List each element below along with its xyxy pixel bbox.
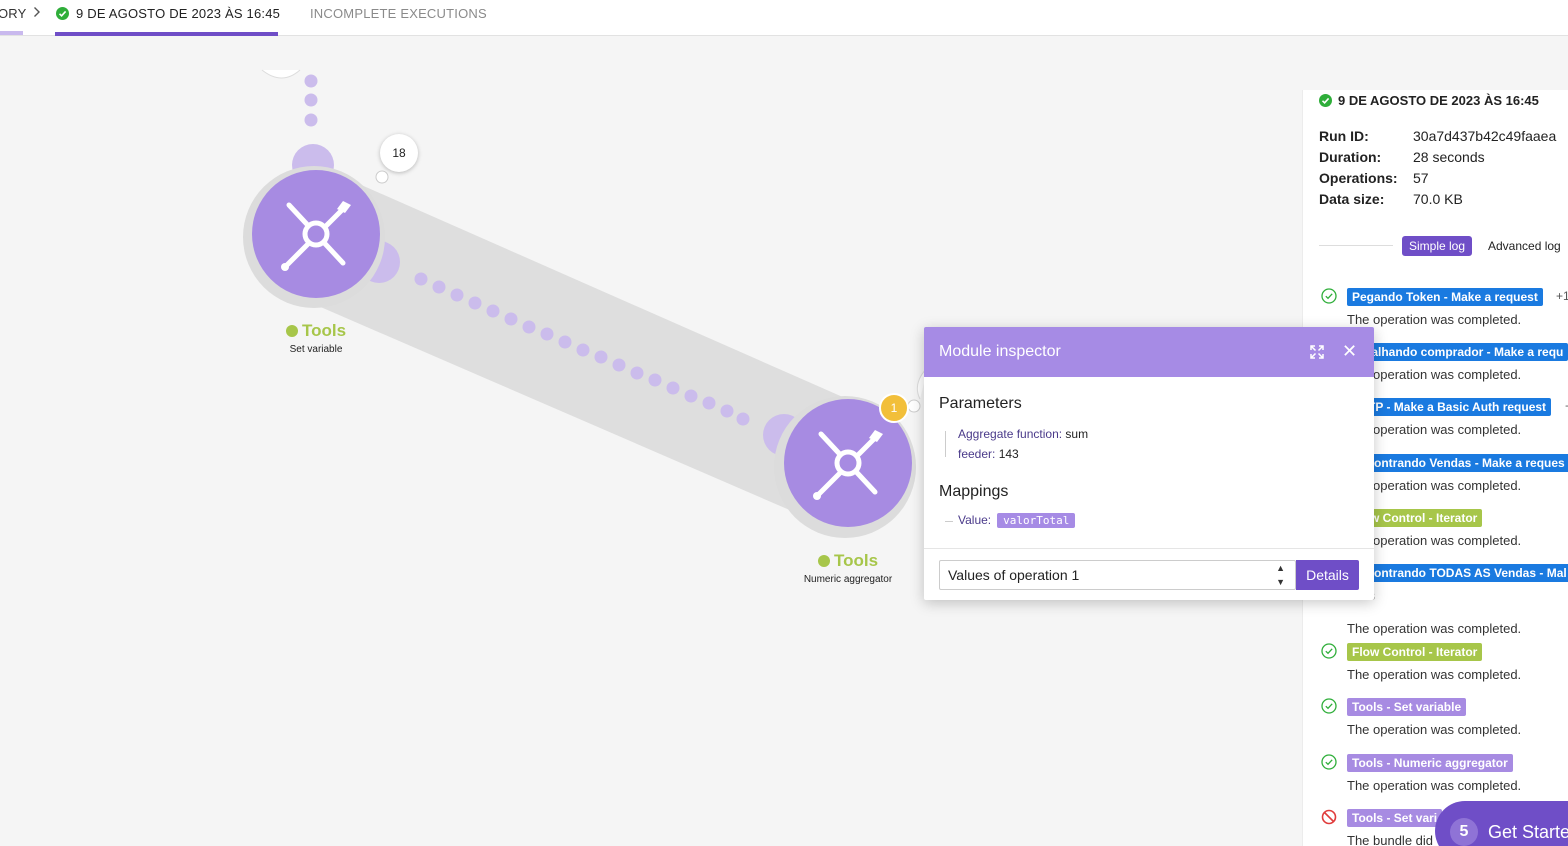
- node-numeric-aggregator-label: Tools Numeric aggregator: [783, 551, 913, 585]
- expand-icon[interactable]: [1309, 344, 1325, 360]
- node-subtitle: Numeric aggregator: [803, 574, 893, 585]
- operation-select-value: Values of operation 1: [948, 567, 1080, 583]
- get-started-count: 5: [1450, 818, 1478, 846]
- tab-history-label: ORY: [0, 6, 27, 21]
- stat-label: Data size:: [1319, 191, 1385, 207]
- log-message: The operation was completed.: [1347, 621, 1522, 636]
- sort-arrows-icon: ▲ ▼: [1276, 563, 1285, 587]
- tab-incomplete-label: INCOMPLETE EXECUTIONS: [310, 6, 487, 21]
- parameter-key: feeder:: [958, 447, 996, 461]
- chevron-right-icon: [33, 6, 41, 21]
- stat-value: 57: [1413, 170, 1429, 186]
- stat-value: 28 seconds: [1413, 149, 1485, 165]
- get-started-label: Get Started: [1488, 822, 1568, 842]
- advanced-log-button[interactable]: Advanced log: [1481, 236, 1568, 256]
- log-module-tag: Tools - Set variable: [1347, 698, 1467, 716]
- operation-select[interactable]: Values of operation 1 ▲ ▼: [939, 560, 1296, 590]
- parameter-value: 143: [998, 447, 1019, 461]
- node-name: Tools: [301, 321, 347, 340]
- tab-run-label: 9 DE AGOSTO DE 2023 ÀS 16:45: [76, 6, 281, 21]
- log-module-tag: HTTP - Make a Basic Auth request: [1347, 398, 1552, 416]
- parameters-heading: Parameters: [939, 395, 1022, 412]
- tab-run-underline: [55, 32, 278, 36]
- log-module-tag: Tools - Numeric aggregator: [1347, 754, 1513, 772]
- module-inspector: Module inspector ✕ Parameters Aggregate …: [924, 327, 1374, 600]
- success-dot-icon: [285, 325, 298, 337]
- log-module-tag: Tools - Set vari: [1347, 809, 1443, 827]
- log-extra-count: +1: [1556, 289, 1568, 303]
- success-circle-icon: [1321, 754, 1337, 770]
- mapping-key: Value:: [958, 513, 992, 527]
- run-stats: Run ID: 30a7d437b42c49faaea Duration: 28 s…: [1319, 126, 1556, 210]
- stat-data-size: Data size: 70.0 KB: [1319, 189, 1463, 210]
- parameters-tree-line: [945, 431, 946, 457]
- parameter-row: Aggregate function: sum: [958, 427, 1088, 441]
- success-circle-icon: [1321, 288, 1337, 304]
- inspector-footer-divider: [924, 548, 1374, 549]
- stat-run-id: Run ID: 30a7d437b42c49faaea: [1319, 126, 1556, 147]
- operation-count-bubble[interactable]: 18: [380, 134, 418, 172]
- details-button[interactable]: Details: [1296, 560, 1359, 590]
- log-module-tag: Flow Control - Iterator: [1347, 643, 1483, 661]
- scenario-run-view: ORY 9 DE AGOSTO DE 2023 ÀS 16:45 INCOMPL…: [0, 0, 1568, 846]
- log-module-tag: Detalhando comprador - Make a requ: [1347, 343, 1568, 361]
- success-circle-icon: [1321, 643, 1337, 659]
- panel-title: 9 DE AGOSTO DE 2023 ÀS 16:45: [1319, 93, 1539, 108]
- success-check-icon: [1319, 94, 1332, 107]
- simple-log-button[interactable]: Simple log: [1402, 236, 1473, 256]
- mapping-value: valorTotal: [997, 513, 1076, 528]
- error-circle-icon: [1321, 809, 1337, 825]
- success-dot-icon: [817, 555, 830, 567]
- parameter-key: Aggregate function:: [958, 427, 1063, 441]
- inspector-header: Module inspector ✕: [924, 327, 1374, 377]
- parameter-row: feeder: 143: [958, 447, 1019, 461]
- tab-run[interactable]: 9 DE AGOSTO DE 2023 ÀS 16:45: [55, 0, 281, 36]
- log-module-tag: Pegando Token - Make a request: [1347, 288, 1543, 306]
- parameter-value: sum: [1065, 427, 1089, 441]
- tools-icon: [271, 189, 361, 279]
- stat-operations: Operations: 57: [1319, 168, 1429, 189]
- stat-label: Run ID:: [1319, 128, 1369, 144]
- node-name: Tools: [833, 551, 879, 570]
- top-tab-bar: ORY 9 DE AGOSTO DE 2023 ÀS 16:45 INCOMPL…: [0, 0, 1568, 36]
- mapping-row: Value: valorTotal: [958, 513, 1076, 528]
- mappings-tree-line: [945, 521, 953, 522]
- stat-label: Operations:: [1319, 170, 1398, 186]
- success-check-icon: [56, 7, 69, 20]
- log-module-tag: Encontrando TODAS AS Vendas - Mal: [1347, 564, 1568, 582]
- mappings-heading: Mappings: [939, 483, 1009, 500]
- divider: [1319, 245, 1393, 246]
- stat-value: 70.0 KB: [1413, 191, 1463, 207]
- success-circle-icon: [1321, 698, 1337, 714]
- inspector-title: Module inspector: [939, 343, 1061, 360]
- tab-incomplete-executions[interactable]: INCOMPLETE EXECUTIONS: [310, 0, 487, 36]
- tools-icon: [803, 418, 893, 508]
- log-message: The operation was completed.: [1347, 722, 1522, 737]
- tab-history-underline: [0, 31, 23, 35]
- log-message: The operation was completed.: [1347, 667, 1522, 682]
- log-message: The bundle did: [1347, 833, 1434, 846]
- log-module-tag: Encontrando Vendas - Make a reques: [1347, 454, 1568, 472]
- panel-title-text: 9 DE AGOSTO DE 2023 ÀS 16:45: [1338, 93, 1539, 108]
- stat-value: 30a7d437b42c49faaea: [1413, 128, 1557, 144]
- log-message: The operation was completed.: [1347, 312, 1522, 327]
- stat-label: Duration:: [1319, 149, 1382, 165]
- stat-duration: Duration: 28 seconds: [1319, 147, 1485, 168]
- node-set-variable-label: Tools Set variable: [256, 321, 376, 355]
- get-started-button[interactable]: 5 Get Started: [1435, 801, 1568, 846]
- node-subtitle: Set variable: [289, 344, 343, 355]
- operation-badge[interactable]: 1: [879, 393, 909, 423]
- close-icon[interactable]: ✕: [1342, 341, 1357, 361]
- log-message: The operation was completed.: [1347, 778, 1522, 793]
